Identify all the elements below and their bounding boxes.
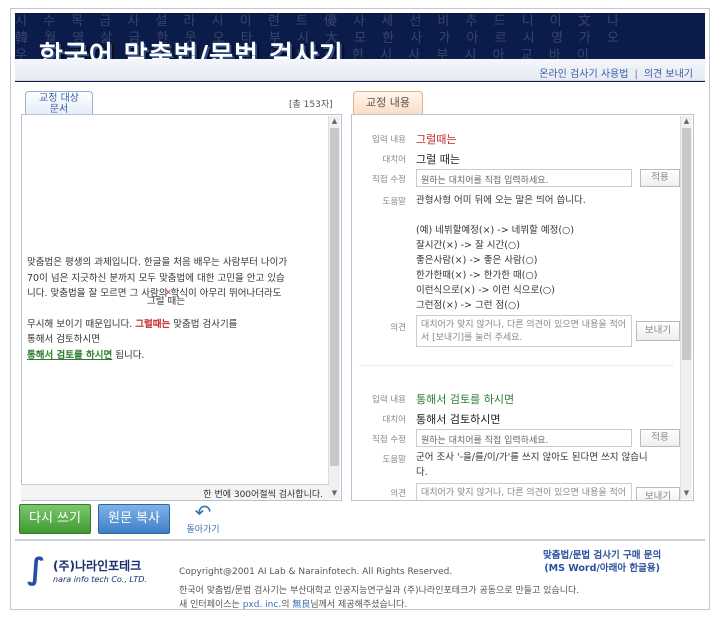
interface-credit: 새 인터페이스는 pxd. inc.의 無良님께서 제공해주셨습니다. xyxy=(179,600,408,610)
back-arrow-icon: ↶ xyxy=(194,500,212,524)
back-button[interactable]: ↶ 돌아가기 xyxy=(178,502,228,536)
scroll-up-icon[interactable]: ▲ xyxy=(329,116,340,127)
credit-text: 한국어 맞춤법/문법 검사기는 부산대학교 인공지능연구실과 (주)나라인포테크… xyxy=(179,586,580,596)
error-word[interactable]: 그럴때는 xyxy=(135,319,170,330)
item2-help: 군어 조사 '-을/를/이/가'를 쓰지 않아도 된다면 쓰지 않습니 다. xyxy=(416,452,648,478)
corrections-scrollbar[interactable]: ▲ ▼ xyxy=(680,116,692,499)
source-text: 맞춤법은 평생의 과제입니다. 한글을 처음 배우는 사람부터 나이가 70이 … xyxy=(27,257,288,361)
logo-swoosh-icon: ∫ xyxy=(27,552,46,587)
copyright-text: Copyright@2001 AI Lab & Narainfotech. Al… xyxy=(179,567,453,577)
source-scrollbar[interactable]: ▲ ▼ xyxy=(328,116,340,499)
scroll-thumb[interactable] xyxy=(682,128,691,360)
item1-replacement: 그럴 때는 xyxy=(416,153,460,166)
footer: ∫ (주)나라인포테크 nara info tech Co., LTD. Cop… xyxy=(15,539,705,610)
company-logo: ∫ (주)나라인포테크 nara info tech Co., LTD. xyxy=(27,552,147,587)
corrections-panel: 입력 내용 그럴때는 대치어 그럴 때는 직접 수정 원하는 대치어를 직접 입… xyxy=(351,114,694,501)
item2-replacement: 통해서 검토하시면 xyxy=(416,413,501,426)
item1-input: 그럴때는 xyxy=(416,133,457,146)
purchase-inquiry-link[interactable]: 맞춤법/문법 검사기 구매 문의 (MS Word/아래아 한글용) xyxy=(543,549,661,575)
item2-opinion-textarea[interactable]: 대치어가 맞지 않거나, 다른 의견이 있으면 내용을 적어서 [보내기]를 눌… xyxy=(416,483,632,500)
scroll-up-icon[interactable]: ▲ xyxy=(681,116,692,127)
scroll-thumb[interactable] xyxy=(330,128,339,466)
retry-button[interactable]: 다시 쓰기 xyxy=(19,504,91,534)
scroll-down-icon[interactable]: ▼ xyxy=(329,488,340,499)
item2-input: 통해서 검토를 하시면 xyxy=(416,393,515,406)
word-count-note: 한 번에 300어절씩 검사합니다. xyxy=(21,484,329,500)
item1-send-button[interactable]: 보내기 xyxy=(636,321,680,341)
feedback-link[interactable]: 의견 보내기 xyxy=(644,69,693,80)
item1-apply-button[interactable]: 적용 xyxy=(640,169,680,187)
app-frame: 시 수 목 금 사 설 라 시 이 련 트 優 사 세 선 비 추 드 니 이 … xyxy=(10,8,710,610)
item-divider xyxy=(358,365,673,366)
item2-direct-input[interactable]: 원하는 대치어를 직접 입력하세요. xyxy=(416,429,632,447)
item1-help: 관형사형 어미 뒤에 오는 말은 띄어 씁니다. (예) 네뷔할예정(×) ->… xyxy=(416,195,586,311)
item1-direct-input[interactable]: 원하는 대치어를 직접 입력하세요. xyxy=(416,169,632,187)
manual-link[interactable]: 온라인 검사기 사용법 xyxy=(539,69,628,80)
item2-apply-button[interactable]: 적용 xyxy=(640,429,680,447)
designer-link[interactable]: 無良 xyxy=(292,600,310,609)
copy-original-button[interactable]: 원문 복사 xyxy=(98,504,170,534)
item1-opinion-textarea[interactable]: 대치어가 맞지 않거나, 다른 의견이 있으면 내용을 적어서 [보내기]를 눌… xyxy=(416,315,632,347)
caret-icon: ✕ xyxy=(165,288,172,297)
char-total: [총 153자] xyxy=(289,100,333,110)
tab-corrections[interactable]: 교정 내용 xyxy=(353,91,423,115)
item2-send-button[interactable]: 보내기 xyxy=(636,487,680,500)
top-links-bar: 온라인 검사기 사용법 | 의견 보내기 xyxy=(15,59,705,81)
pxd-link[interactable]: pxd. inc. xyxy=(243,600,282,609)
source-text-panel[interactable]: 맞춤법은 평생의 과제입니다. 한글을 처음 배우는 사람부터 나이가 70이 … xyxy=(21,114,342,501)
tab-source-document[interactable]: 교정 대상 문서 xyxy=(25,91,93,115)
scroll-down-icon[interactable]: ▼ xyxy=(681,488,692,499)
suggested-word[interactable]: 통해서 검토를 하시면 xyxy=(27,350,112,361)
